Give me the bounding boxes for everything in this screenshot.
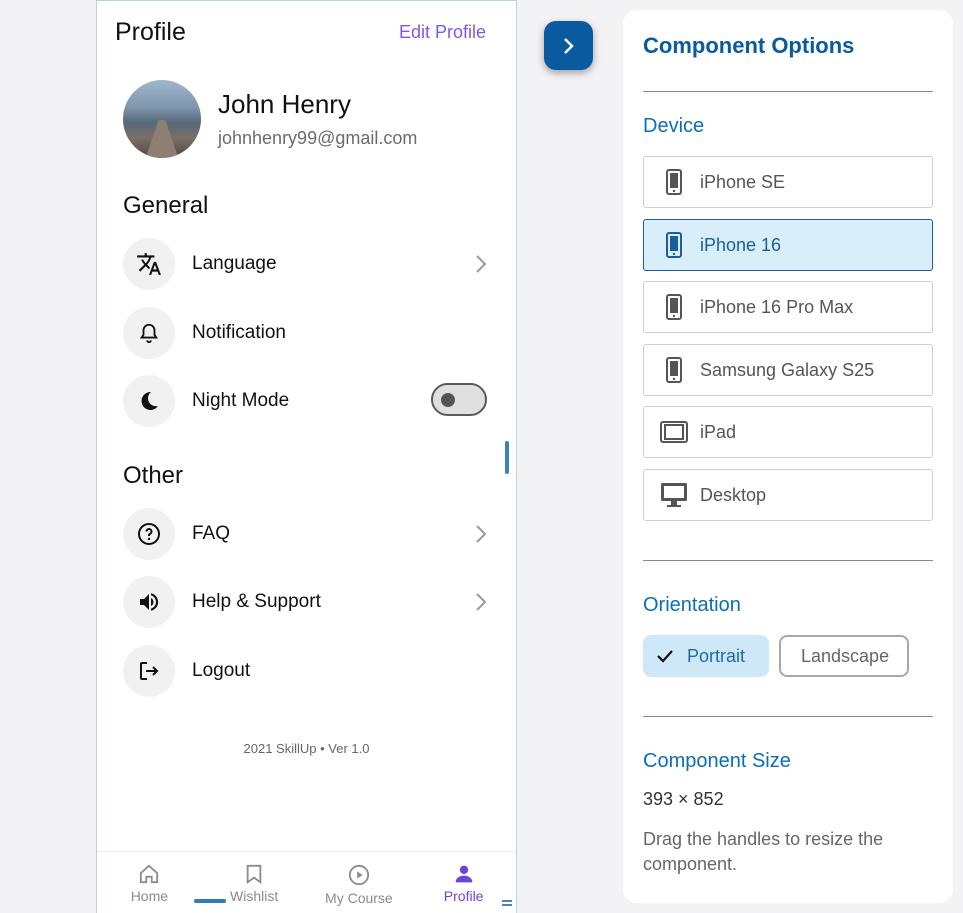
phone-icon <box>660 232 688 258</box>
device-option-samsung-galaxy-s25[interactable]: Samsung Galaxy S25 <box>643 344 933 396</box>
question-icon <box>123 508 175 560</box>
tab-label: Home <box>130 888 169 904</box>
phone-icon <box>660 294 688 320</box>
toggle-knob <box>441 393 455 407</box>
phone-preview: Profile Edit Profile John Henry johnhenr… <box>96 0 517 913</box>
translate-icon <box>123 238 175 290</box>
tab-my-course[interactable]: My Course <box>307 852 412 913</box>
component-size-value: 393 × 852 <box>643 789 724 809</box>
device-label: iPad <box>700 421 737 442</box>
device-label: Samsung Galaxy S25 <box>700 359 875 380</box>
settings-item-notification[interactable]: Notification <box>123 307 493 359</box>
orientation-heading: Orientation <box>643 594 741 616</box>
orientation-portrait-button[interactable]: Portrait <box>643 635 769 677</box>
page-title: Profile <box>115 18 186 46</box>
device-heading: Device <box>643 115 705 137</box>
resize-handle[interactable] <box>502 900 512 906</box>
tab-home[interactable]: Home <box>97 852 202 913</box>
tab-wishlist[interactable]: Wishlist <box>202 852 307 913</box>
settings-item-faq[interactable]: FAQ <box>123 508 493 560</box>
chevron-right-icon <box>476 525 487 543</box>
resize-hint: Drag the handles to resize the component… <box>643 829 884 874</box>
settings-item-label: Logout <box>192 660 251 681</box>
settings-item-help-support[interactable]: Help & Support <box>123 576 493 628</box>
device-label: iPhone SE <box>700 171 786 192</box>
home-icon <box>140 864 159 884</box>
divider <box>643 91 933 92</box>
avatar <box>123 80 201 158</box>
check-icon <box>657 650 673 663</box>
logout-icon <box>123 645 175 697</box>
bookmark-icon <box>246 864 262 884</box>
moon-icon <box>123 375 175 427</box>
device-option-iphone-16[interactable]: iPhone 16 <box>643 219 933 271</box>
component-size-heading: Component Size <box>643 750 791 772</box>
phone-icon <box>660 357 688 383</box>
section-general-heading: General <box>123 192 209 219</box>
phone-icon <box>660 169 688 195</box>
orientation-landscape-button[interactable]: Landscape <box>779 635 909 677</box>
tab-label: Profile <box>443 888 484 904</box>
settings-item-label: Language <box>192 253 277 274</box>
collapse-panel-button[interactable] <box>544 21 593 70</box>
app-version: 2021 SkillUp • Ver 1.0 <box>243 741 370 756</box>
section-other-heading: Other <box>123 462 184 489</box>
settings-item-label: Notification <box>192 322 286 343</box>
home-indicator <box>194 899 226 903</box>
user-name: John Henry <box>218 89 351 119</box>
device-option-ipad[interactable]: iPad <box>643 406 933 458</box>
panel-title: Component Options <box>643 33 855 58</box>
night-mode-toggle[interactable] <box>431 383 487 416</box>
edit-profile-button[interactable]: Edit Profile <box>399 22 486 43</box>
device-option-desktop[interactable]: Desktop <box>643 469 933 521</box>
device-option-iphone-se[interactable]: iPhone SE <box>643 156 933 208</box>
component-options-panel: Component Options Device iPhone SE iPhon… <box>623 10 953 903</box>
settings-item-language[interactable]: Language <box>123 238 493 290</box>
tab-profile[interactable]: Profile <box>411 852 516 913</box>
device-label: iPhone 16 Pro Max <box>700 296 854 317</box>
person-icon <box>455 865 472 883</box>
scrollbar[interactable] <box>505 441 509 474</box>
orientation-label: Portrait <box>687 645 746 666</box>
device-label: Desktop <box>700 484 767 505</box>
settings-item-label: Help & Support <box>192 591 321 612</box>
settings-item-label: FAQ <box>192 523 231 544</box>
play-circle-icon <box>348 864 369 886</box>
bell-icon <box>123 307 175 359</box>
chevron-right-icon <box>563 37 574 54</box>
desktop-icon <box>660 482 688 508</box>
chevron-right-icon <box>476 255 487 273</box>
settings-item-logout[interactable]: Logout <box>123 645 493 697</box>
divider <box>643 716 933 717</box>
tab-label: My Course <box>325 890 393 906</box>
settings-item-night-mode[interactable]: Night Mode <box>123 375 493 427</box>
tablet-icon <box>660 421 688 443</box>
device-option-iphone-16-pro-max[interactable]: iPhone 16 Pro Max <box>643 281 933 333</box>
device-label: iPhone 16 <box>700 234 782 255</box>
divider <box>643 560 933 561</box>
speaker-icon <box>123 576 175 628</box>
tab-label: Wishlist <box>230 888 279 904</box>
bottom-tab-bar: Home Wishlist My Course Profile <box>97 851 516 913</box>
chevron-right-icon <box>476 593 487 611</box>
orientation-label: Landscape <box>801 645 890 666</box>
user-email: johnhenry99@gmail.com <box>218 128 418 148</box>
